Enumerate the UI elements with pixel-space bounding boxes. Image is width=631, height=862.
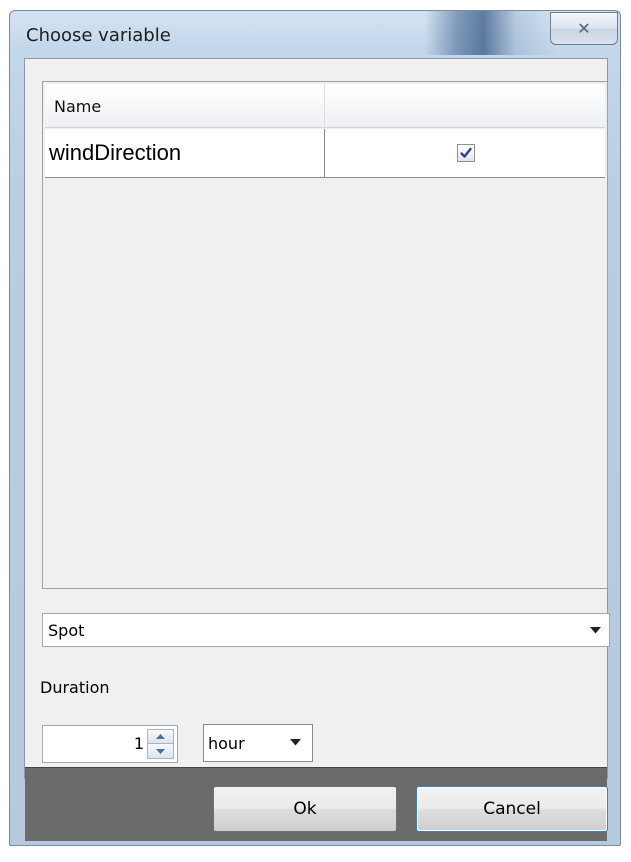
close-icon: ✕ (577, 19, 591, 38)
spin-down-button[interactable] (148, 744, 173, 758)
duration-spinbox[interactable]: 1 (42, 725, 178, 763)
spin-buttons (147, 729, 174, 759)
variable-name-cell[interactable]: windDirection (45, 129, 325, 177)
variable-table: Name windDirection (42, 81, 608, 589)
dialog-title: Choose variable (26, 25, 171, 46)
table-row[interactable]: windDirection (45, 129, 605, 178)
dropdown-arrow-icon[interactable] (290, 739, 301, 746)
mode-select-value: Spot (48, 620, 85, 640)
dropdown-arrow-icon[interactable] (590, 627, 601, 634)
mode-select[interactable]: Spot (42, 613, 610, 647)
dialog-window: Choose variable ✕ Name windDirection Spo… (9, 10, 621, 846)
dialog-content: Name windDirection Spot Duration 1 hour … (24, 58, 610, 841)
variable-checkbox[interactable] (456, 144, 475, 162)
titlebar-background (425, 11, 555, 55)
checkmark-icon (459, 147, 472, 158)
duration-label: Duration (40, 678, 110, 697)
arrow-down-icon (156, 748, 165, 754)
duration-unit-select[interactable]: hour (203, 724, 313, 762)
column-header-selected[interactable] (325, 84, 605, 128)
duration-unit-value: hour (208, 733, 245, 753)
column-header-name[interactable]: Name (45, 84, 325, 128)
variable-select-cell[interactable] (326, 129, 605, 177)
cancel-button[interactable]: Cancel (416, 786, 608, 832)
table-header: Name (45, 84, 605, 128)
ok-button[interactable]: Ok (213, 786, 397, 832)
spin-up-button[interactable] (148, 730, 173, 744)
arrow-up-icon (156, 734, 165, 739)
close-button[interactable]: ✕ (550, 12, 618, 45)
button-bar: Ok Cancel (25, 767, 608, 841)
duration-value[interactable]: 1 (134, 726, 144, 762)
